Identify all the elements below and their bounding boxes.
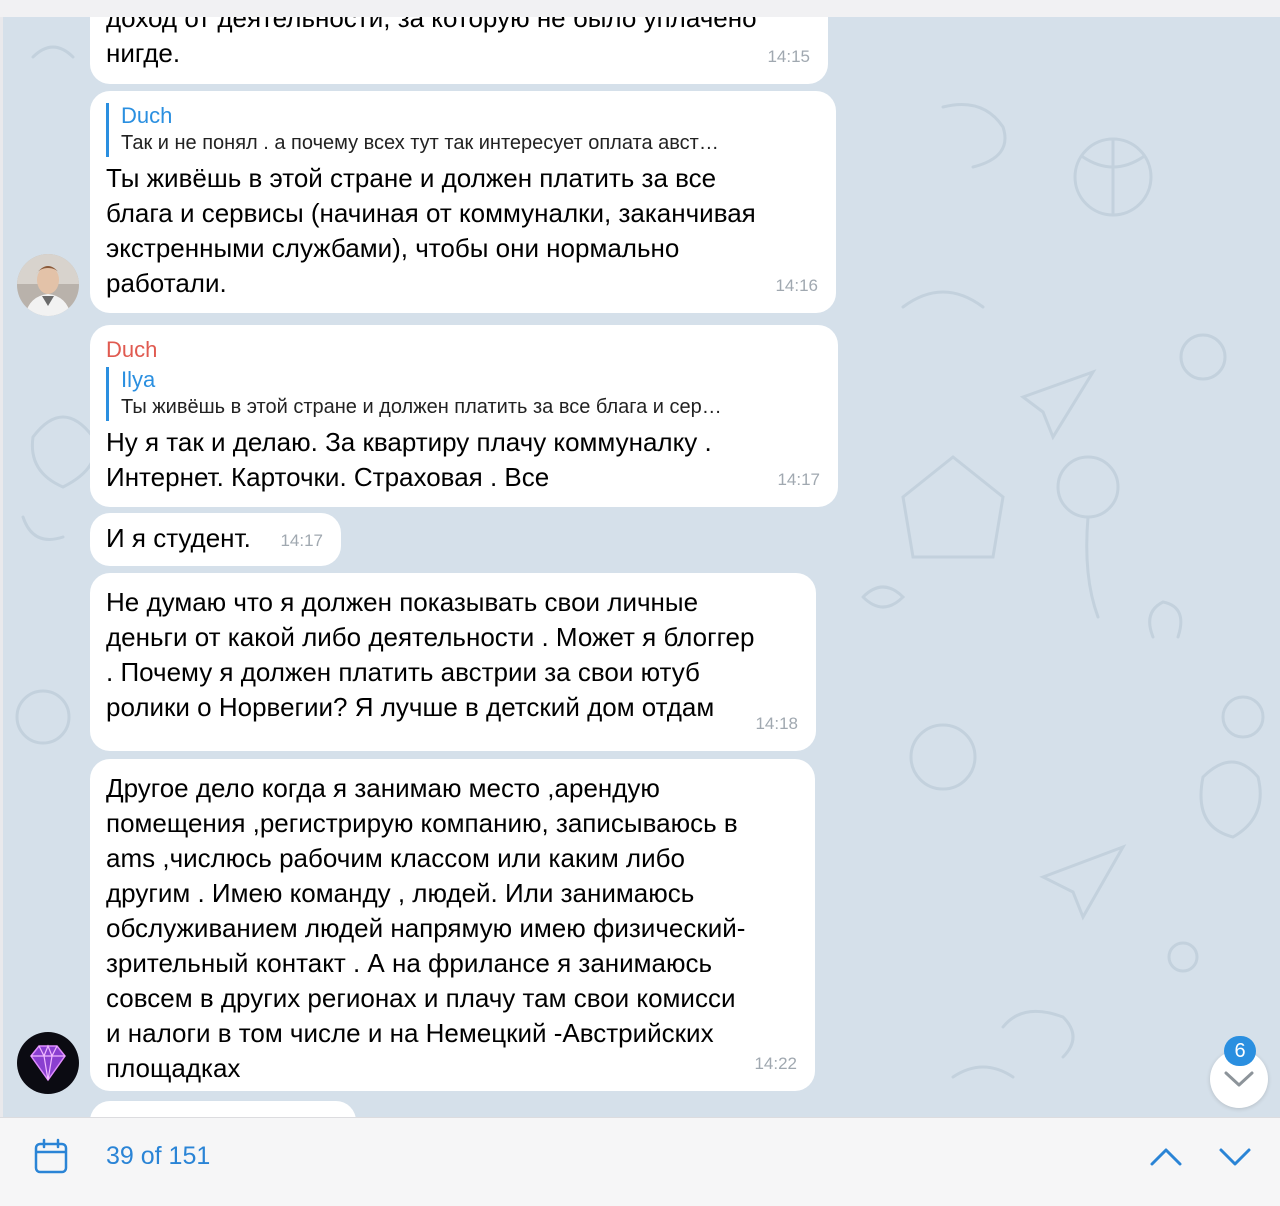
search-results-bar: 39 of 151 xyxy=(0,1117,1280,1206)
sender-name[interactable]: Duch xyxy=(106,337,822,363)
calendar-button[interactable] xyxy=(34,1138,68,1174)
message-bubble[interactable]: И я студент. 14:17 xyxy=(90,513,341,566)
chat-area[interactable]: доход от деятельности, за которую не был… xyxy=(3,17,1280,1117)
message-time: 14:17 xyxy=(280,531,323,550)
message-time: 14:15 xyxy=(767,47,810,66)
message-bubble[interactable]: Duch Так и не понял . а почему всех тут … xyxy=(90,91,836,313)
unread-badge: 6 xyxy=(1224,1036,1256,1066)
chevron-down-icon xyxy=(1219,1148,1251,1166)
reply-author: Ilya xyxy=(121,367,156,392)
message-text: Ну я так и делаю. За квартиру плачу комм… xyxy=(106,427,712,492)
window-top-strip xyxy=(0,0,1280,18)
next-result-button[interactable] xyxy=(1217,1142,1253,1170)
previous-result-button[interactable] xyxy=(1148,1142,1184,1170)
message-time: 14:22 xyxy=(754,1054,797,1073)
reply-author: Duch xyxy=(121,103,173,128)
reply-quote[interactable]: Ilya Ты живёшь в этой стране и должен пл… xyxy=(106,367,822,421)
search-result-counter: 39 of 151 xyxy=(106,1142,211,1170)
message-text: доход от деятельности, за которую не был… xyxy=(106,17,757,68)
message-bubble[interactable]: Duch Ilya Ты живёшь в этой стране и долж… xyxy=(90,325,838,507)
diamond-avatar-icon xyxy=(17,1032,79,1094)
message-bubble[interactable]: Не думаю что я должен показывать свои ли… xyxy=(90,573,816,751)
message-text: Не думаю что я должен показывать свои ли… xyxy=(106,587,755,722)
reply-text: Так и не понял . а почему всех тут так и… xyxy=(121,132,719,154)
avatar[interactable] xyxy=(17,1032,79,1094)
message-bubble[interactable]: доход от деятельности, за которую не был… xyxy=(90,17,828,84)
message-bubble-partial[interactable] xyxy=(90,1101,356,1117)
chevron-up-icon xyxy=(1150,1148,1182,1166)
message-text: Ты живёшь в этой стране и должен платить… xyxy=(106,163,756,298)
avatar-photo-icon xyxy=(17,254,79,316)
reply-text: Ты живёшь в этой стране и должен платить… xyxy=(121,396,722,418)
message-time: 14:17 xyxy=(777,470,820,489)
calendar-icon xyxy=(34,1138,68,1174)
message-bubble[interactable]: Другое дело когда я занимаю место ,аренд… xyxy=(90,759,815,1091)
message-text: Другое дело когда я занимаю место ,аренд… xyxy=(106,773,746,1083)
reply-quote[interactable]: Duch Так и не понял . а почему всех тут … xyxy=(106,103,820,157)
message-time: 14:18 xyxy=(755,714,798,733)
message-time: 14:16 xyxy=(775,276,818,295)
avatar[interactable] xyxy=(17,254,79,316)
